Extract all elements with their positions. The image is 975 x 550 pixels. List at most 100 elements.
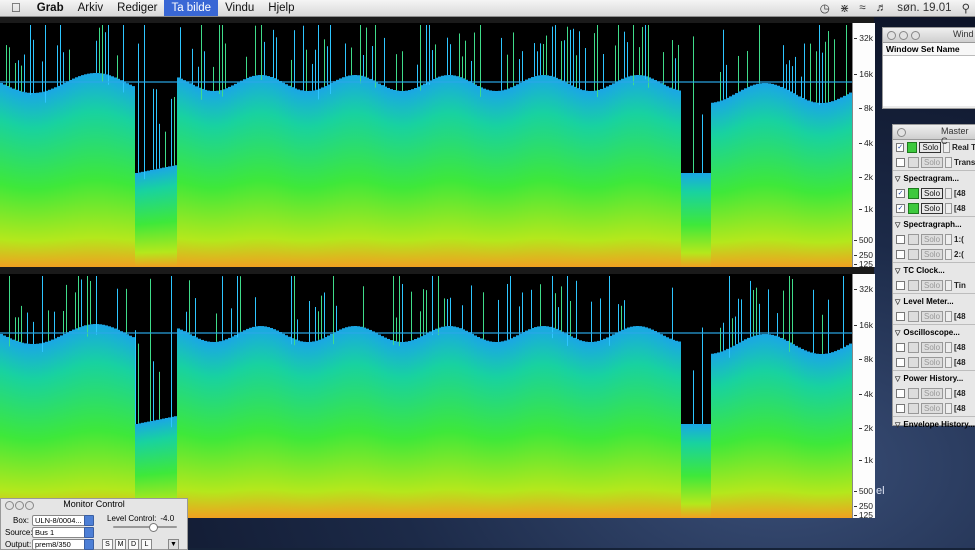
- menu-grab[interactable]: Grab: [30, 0, 71, 16]
- power-icon[interactable]: [908, 280, 919, 291]
- stepper-icon[interactable]: [945, 342, 953, 353]
- window-set-titlebar[interactable]: Wind: [883, 28, 975, 43]
- stepper-icon[interactable]: [945, 357, 953, 368]
- power-icon[interactable]: [908, 157, 919, 168]
- solo-button[interactable]: Solo: [921, 188, 944, 199]
- enable-checkbox[interactable]: [896, 343, 905, 352]
- solo-button[interactable]: Solo: [921, 234, 944, 245]
- close-icon[interactable]: [5, 501, 14, 510]
- master-control-row[interactable]: ✓ Solo [48: [893, 201, 975, 216]
- minimize-icon[interactable]: [15, 501, 24, 510]
- stepper-icon[interactable]: [945, 388, 953, 399]
- master-control-group[interactable]: ▽ Spectragraph...: [893, 216, 975, 232]
- menu-arkiv[interactable]: Arkiv: [71, 0, 111, 16]
- master-control-row[interactable]: Solo [48: [893, 355, 975, 370]
- solo-button[interactable]: Solo: [921, 311, 944, 322]
- disclosure-triangle-icon[interactable]: ▽: [895, 421, 900, 429]
- enable-checkbox[interactable]: [896, 312, 905, 321]
- master-control-titlebar[interactable]: Master C: [893, 125, 975, 146]
- close-icon[interactable]: [887, 31, 896, 40]
- enable-checkbox[interactable]: [896, 358, 905, 367]
- window-set-list[interactable]: [883, 56, 975, 106]
- menu-clock[interactable]: søn. 19.01: [892, 2, 956, 14]
- disclosure-triangle-icon[interactable]: ▽: [895, 375, 900, 383]
- master-control-row[interactable]: Solo [48: [893, 401, 975, 416]
- menu-vindu[interactable]: Vindu: [218, 0, 261, 16]
- stepper-icon[interactable]: [945, 249, 953, 260]
- solo-button[interactable]: Solo: [921, 203, 944, 214]
- solo-button[interactable]: Solo: [921, 157, 944, 168]
- solo-button[interactable]: Solo: [921, 249, 944, 260]
- master-control-group[interactable]: ▽ Envelope History...: [893, 416, 975, 432]
- close-icon[interactable]: [897, 128, 906, 137]
- power-icon[interactable]: [907, 142, 918, 153]
- power-icon[interactable]: [908, 342, 919, 353]
- power-icon[interactable]: [908, 203, 919, 214]
- output-select[interactable]: prem8/350: [32, 539, 94, 550]
- power-icon[interactable]: [908, 403, 919, 414]
- master-control-row[interactable]: Solo [48: [893, 386, 975, 401]
- master-control-group[interactable]: ▽ Spectragram...: [893, 170, 975, 186]
- power-icon[interactable]: [908, 249, 919, 260]
- disclosure-triangle-icon[interactable]: ▽: [895, 175, 900, 183]
- stepper-icon[interactable]: [945, 311, 953, 322]
- bluetooth-icon[interactable]: ⋇: [835, 1, 855, 15]
- solo-button[interactable]: Solo: [921, 342, 944, 353]
- window-set-column-header[interactable]: Window Set Name: [883, 43, 975, 56]
- master-control-row[interactable]: Solo Trans: [893, 155, 975, 170]
- power-icon[interactable]: [908, 234, 919, 245]
- enable-checkbox[interactable]: [896, 235, 905, 244]
- source-select[interactable]: Bus 1: [32, 527, 94, 538]
- power-icon[interactable]: [908, 311, 919, 322]
- spectrogram-channel-2[interactable]: [0, 274, 852, 518]
- power-icon[interactable]: [908, 188, 919, 199]
- disclosure-triangle-icon[interactable]: ▽: [895, 329, 900, 337]
- master-control-row[interactable]: Solo Tin: [893, 278, 975, 293]
- menu-rediger[interactable]: Rediger: [110, 0, 164, 16]
- disclosure-triangle-icon[interactable]: ▽: [895, 267, 900, 275]
- solo-button[interactable]: Solo: [921, 280, 944, 291]
- enable-checkbox[interactable]: ✓: [896, 204, 905, 213]
- wifi-icon[interactable]: ≈: [854, 2, 870, 14]
- apple-icon[interactable]: : [0, 0, 30, 16]
- solo-button[interactable]: Solo: [921, 388, 944, 399]
- enable-checkbox[interactable]: [896, 389, 905, 398]
- volume-icon[interactable]: ♬: [871, 2, 893, 14]
- box-select[interactable]: ULN-8/0004...: [32, 515, 94, 526]
- solo-button[interactable]: Solo: [919, 142, 942, 153]
- minimize-icon[interactable]: [899, 31, 908, 40]
- solo-button[interactable]: S: [102, 539, 113, 550]
- power-icon[interactable]: [908, 388, 919, 399]
- enable-checkbox[interactable]: [896, 281, 905, 290]
- master-control-group[interactable]: ▽ Level Meter...: [893, 293, 975, 309]
- stepper-icon[interactable]: [945, 157, 953, 168]
- spotlight-icon[interactable]: ⚲: [957, 1, 975, 15]
- master-control-row[interactable]: ✓ Solo [48: [893, 186, 975, 201]
- monitor-control-titlebar[interactable]: Monitor Control: [1, 499, 187, 510]
- disclosure-triangle-icon[interactable]: ▽: [895, 298, 900, 306]
- mute-button[interactable]: M: [115, 539, 126, 550]
- enable-checkbox[interactable]: ✓: [896, 143, 905, 152]
- l-button[interactable]: L: [141, 539, 152, 550]
- zoom-icon[interactable]: [911, 31, 920, 40]
- enable-checkbox[interactable]: ✓: [896, 189, 905, 198]
- solo-button[interactable]: Solo: [921, 403, 944, 414]
- solo-button[interactable]: Solo: [921, 357, 944, 368]
- master-control-row[interactable]: Solo 2:(: [893, 247, 975, 262]
- dim-button[interactable]: D: [128, 539, 139, 550]
- power-icon[interactable]: [908, 357, 919, 368]
- stepper-icon[interactable]: [945, 234, 953, 245]
- time-machine-icon[interactable]: ◷: [815, 1, 835, 15]
- enable-checkbox[interactable]: [896, 250, 905, 259]
- master-control-group[interactable]: ▽ Power History...: [893, 370, 975, 386]
- level-slider[interactable]: [113, 523, 177, 532]
- master-control-row[interactable]: Solo [48: [893, 340, 975, 355]
- master-control-row[interactable]: Solo 1:(: [893, 232, 975, 247]
- enable-checkbox[interactable]: [896, 158, 905, 167]
- level-slider-thumb[interactable]: [149, 523, 158, 532]
- menu-hjelp[interactable]: Hjelp: [261, 0, 301, 16]
- stepper-icon[interactable]: [945, 403, 953, 414]
- zoom-icon[interactable]: [25, 501, 34, 510]
- stepper-icon[interactable]: [945, 280, 953, 291]
- master-control-row[interactable]: Solo [48: [893, 309, 975, 324]
